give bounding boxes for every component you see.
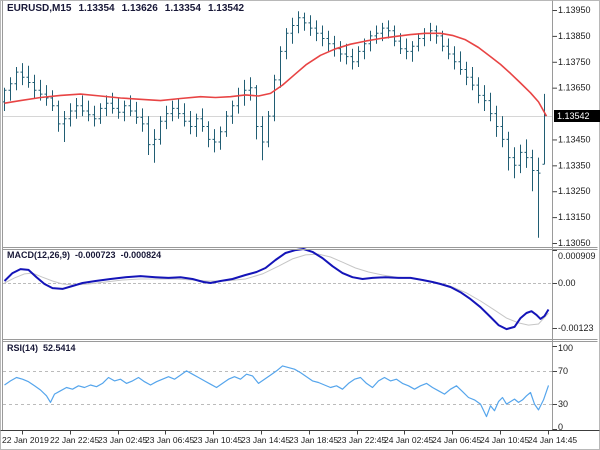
ohlc-bars bbox=[2, 11, 547, 238]
macd-main-value: -0.000723 bbox=[75, 250, 116, 260]
current-price-badge: 1.13542 bbox=[554, 110, 600, 122]
moving-average-line bbox=[4, 32, 548, 117]
ohlc-high: 1.13626 bbox=[121, 3, 158, 14]
macd-main-line bbox=[3, 248, 550, 331]
time-axis-label: 23 Jan 18:45 bbox=[289, 435, 338, 445]
ohlc-open: 1.13354 bbox=[78, 3, 115, 14]
time-axis-label: 23 Jan 14:45 bbox=[241, 435, 290, 445]
time-axis-label: 23 Jan 02:45 bbox=[98, 435, 147, 445]
price-axis-label: 1.13950 bbox=[558, 5, 591, 15]
chart-title: EURUSD,M15 1.13354 1.13626 1.13354 1.13542 bbox=[7, 3, 251, 14]
rsi-axis-label: 70 bbox=[558, 366, 568, 376]
time-axis-label: 22 Jan 2019 bbox=[2, 435, 49, 445]
ohlc-low: 1.13354 bbox=[164, 3, 201, 14]
rsi-name: RSI(14) bbox=[7, 343, 39, 353]
macd-axis-label: 0.000909 bbox=[558, 251, 596, 261]
time-axis-label: 23 Jan 22:45 bbox=[337, 435, 386, 445]
macd-axis-label: -0.00123 bbox=[558, 323, 594, 333]
price-axis-label: 1.13250 bbox=[558, 186, 591, 196]
chart-canvas[interactable]: 1.13950 1.13850 1.13750 1.13650 1.13450 1.133… bbox=[0, 0, 600, 450]
time-axis-label: 24 Jan 10:45 bbox=[480, 435, 529, 445]
time-axis-label: 23 Jan 10:45 bbox=[193, 435, 242, 445]
macd-axis-label: 0.00 bbox=[558, 278, 576, 288]
trading-chart-window: 1.13950 1.13850 1.13750 1.13650 1.13450 1.133… bbox=[0, 0, 600, 450]
price-axis-label: 1.13850 bbox=[558, 31, 591, 41]
price-axis-label: 1.13750 bbox=[558, 57, 591, 67]
price-axis-label: 1.13150 bbox=[558, 212, 591, 222]
time-axis-label: 23 Jan 06:45 bbox=[145, 435, 194, 445]
rsi-axis-label: 0 bbox=[558, 422, 563, 432]
rsi-line bbox=[4, 365, 550, 418]
rsi-value: 52.5414 bbox=[43, 343, 76, 353]
time-axis-label: 22 Jan 22:45 bbox=[50, 435, 99, 445]
price-axis-label: 1.13450 bbox=[558, 134, 591, 144]
rsi-axis-label: 30 bbox=[558, 399, 568, 409]
macd-indicator-label: MACD(12,26,9) -0.000723 -0.000824 bbox=[7, 250, 166, 260]
outer-border bbox=[0, 0, 600, 450]
rsi-axis-label: 100 bbox=[558, 343, 573, 353]
price-axis-label: 1.13050 bbox=[558, 238, 591, 248]
macd-signal-value: -0.000824 bbox=[120, 250, 162, 260]
symbol-period-label: EURUSD,M15 bbox=[7, 3, 72, 14]
ohlc-close: 1.13542 bbox=[207, 3, 245, 14]
rsi-indicator-label: RSI(14) 52.5414 bbox=[7, 343, 81, 353]
price-axis-label: 1.13350 bbox=[558, 160, 591, 170]
macd-name: MACD(12,26,9) bbox=[7, 250, 71, 260]
time-axis-label: 24 Jan 06:45 bbox=[432, 435, 481, 445]
price-axis-label: 1.13650 bbox=[558, 83, 591, 93]
time-axis-label: 24 Jan 14:45 bbox=[528, 435, 577, 445]
macd-signal-line bbox=[4, 253, 549, 326]
time-axis-label: 24 Jan 02:45 bbox=[384, 435, 433, 445]
